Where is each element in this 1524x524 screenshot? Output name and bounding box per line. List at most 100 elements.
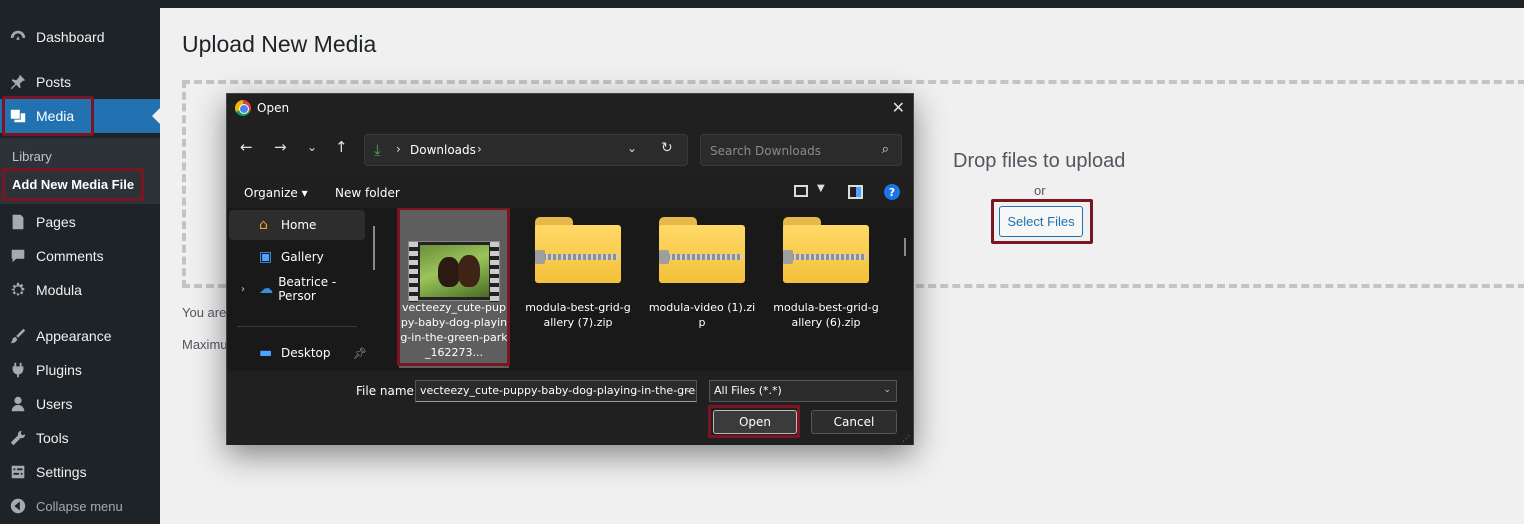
zip-folder-icon xyxy=(659,217,745,283)
select-files-highlight-box xyxy=(991,199,1093,244)
sidebar-item-label: Posts xyxy=(36,74,72,90)
sidebar-item-comments[interactable]: Comments xyxy=(0,239,160,273)
file-type-select[interactable]: All Files (*.*) ⌄ xyxy=(709,380,897,402)
organize-menu[interactable]: Organize ▾ xyxy=(244,186,308,200)
or-text: or xyxy=(1034,183,1046,198)
file-name-input[interactable]: vecteezy_cute-puppy-baby-dog-playing-in-… xyxy=(415,380,697,402)
file-name-label: modula-best-grid-gallery (6).zip xyxy=(773,301,879,329)
drop-files-text: Drop files to upload xyxy=(953,150,1126,172)
gallery-icon: ▣ xyxy=(259,249,273,265)
chevron-down-icon[interactable]: ⌄ xyxy=(684,385,692,395)
sidebar-item-tools[interactable]: Tools xyxy=(0,421,160,455)
forward-arrow-icon[interactable]: → xyxy=(274,138,287,156)
nav-scrollbar[interactable] xyxy=(373,226,375,270)
new-folder-button[interactable]: New folder xyxy=(335,186,400,200)
upload-info-text: You are xyxy=(182,305,227,320)
expand-chevron-icon[interactable]: › xyxy=(241,284,245,295)
search-input[interactable]: Search Downloads ⌕ xyxy=(700,134,902,166)
resize-grip-icon[interactable]: ⋰ xyxy=(902,434,910,443)
admin-top-bar xyxy=(0,0,1524,8)
sidebar-item-label: Collapse menu xyxy=(36,498,123,514)
user-icon xyxy=(0,395,36,413)
file-name-label: modula-best-grid-gallery (7).zip xyxy=(525,301,631,329)
file-list: vecteezy_cute-puppy-baby-dog-playing-in-… xyxy=(384,208,913,371)
page-icon xyxy=(0,213,36,231)
file-list-scrollbar[interactable] xyxy=(904,238,906,256)
nav-item-onedrive[interactable]: › ☁ Beatrice - Persor xyxy=(229,274,365,304)
search-icon: ⌕ xyxy=(881,142,889,157)
wrench-icon xyxy=(0,429,36,447)
refresh-icon[interactable]: ↻ xyxy=(661,140,673,156)
nav-item-gallery[interactable]: ▣ Gallery xyxy=(229,242,365,272)
breadcrumb-separator: › xyxy=(396,142,401,156)
chrome-logo-icon xyxy=(235,100,251,116)
add-new-highlight-box xyxy=(2,168,144,201)
sidebar-item-label: Plugins xyxy=(36,362,82,378)
active-indicator xyxy=(152,108,160,124)
sidebar-item-label: Comments xyxy=(36,248,104,264)
download-icon: ⤓ xyxy=(374,141,381,159)
recent-locations-chevron-icon[interactable]: ⌄ xyxy=(307,140,317,154)
back-arrow-icon[interactable]: ← xyxy=(240,138,253,156)
sidebar-item-label: Dashboard xyxy=(36,29,105,45)
sidebar-item-posts[interactable]: Posts xyxy=(0,65,160,99)
paintbrush-icon xyxy=(0,327,36,345)
collapse-arrow-icon xyxy=(0,497,36,515)
cancel-button[interactable]: Cancel xyxy=(811,410,897,434)
view-mode-icon[interactable] xyxy=(794,185,808,197)
address-bar[interactable]: ⤓ › Downloads › ⌄ ↻ xyxy=(364,134,688,166)
plug-icon xyxy=(0,361,36,379)
sidebar-item-label: Appearance xyxy=(36,328,112,344)
admin-sidebar: Dashboard Posts Media Library Add New Me… xyxy=(0,0,160,524)
file-item-zip[interactable]: modula-best-grid-gallery (7).zip xyxy=(523,208,633,368)
nav-item-desktop[interactable]: ▬ Desktop 📌︎ xyxy=(229,338,367,368)
nav-item-label: Beatrice - Persor xyxy=(278,275,337,303)
file-item-zip[interactable]: modula-video (1).zip xyxy=(647,208,757,368)
sidebar-item-modula[interactable]: Modula xyxy=(0,273,160,307)
file-name-value: vecteezy_cute-puppy-baby-dog-playing-in-… xyxy=(420,384,696,397)
nav-item-label: Home xyxy=(281,218,317,232)
dialog-title: Open xyxy=(257,101,290,115)
breadcrumb-downloads[interactable]: Downloads xyxy=(410,143,476,157)
nav-item-home[interactable]: ⌂ Home xyxy=(229,210,365,240)
file-name-label: modula-video (1).zip xyxy=(648,301,756,329)
close-icon[interactable]: ✕ xyxy=(892,98,905,117)
video-highlight-box xyxy=(397,208,510,366)
navigation-pane: ⌂ Home ▣ Gallery › ☁ Beatrice - Persor ▬… xyxy=(227,208,384,371)
help-icon[interactable]: ? xyxy=(884,184,900,200)
sidebar-item-label: Modula xyxy=(36,282,82,298)
collapse-menu-button[interactable]: Collapse menu xyxy=(0,489,160,523)
nav-item-label: Gallery xyxy=(281,250,324,264)
file-name-field-label: File name: xyxy=(356,384,418,398)
sidebar-item-dashboard[interactable]: Dashboard xyxy=(0,20,160,54)
sidebar-item-appearance[interactable]: Appearance xyxy=(0,319,160,353)
sidebar-item-label: Tools xyxy=(36,430,69,446)
open-file-dialog: Open ✕ ← → ⌄ ↑ ⤓ › Downloads › ⌄ ↻ Searc… xyxy=(226,93,914,445)
sidebar-item-label: Users xyxy=(36,396,73,412)
cloud-icon: ☁ xyxy=(259,281,273,297)
zip-folder-icon xyxy=(535,217,621,283)
preview-pane-icon[interactable] xyxy=(848,185,863,199)
dialog-footer: File name: vecteezy_cute-puppy-baby-dog-… xyxy=(227,371,913,445)
comment-icon xyxy=(0,247,36,265)
nav-divider xyxy=(237,326,357,327)
sidebar-item-pages[interactable]: Pages xyxy=(0,205,160,239)
dashboard-icon xyxy=(0,28,36,46)
pin-icon: 📌︎ xyxy=(353,346,367,360)
chevron-down-icon[interactable]: ⌄ xyxy=(627,141,637,155)
sidebar-item-settings[interactable]: Settings xyxy=(0,455,160,489)
sidebar-item-plugins[interactable]: Plugins xyxy=(0,353,160,387)
chevron-down-icon: ⌄ xyxy=(883,385,891,395)
up-arrow-icon[interactable]: ↑ xyxy=(335,138,348,156)
file-type-value: All Files (*.*) xyxy=(714,384,782,397)
zip-folder-icon xyxy=(783,217,869,283)
dialog-command-bar: Organize ▾ New folder ▼ ? xyxy=(227,178,913,208)
home-icon: ⌂ xyxy=(259,217,268,233)
organize-label: Organize xyxy=(244,186,298,200)
view-options-chevron-icon[interactable]: ▼ xyxy=(817,183,825,194)
file-item-zip[interactable]: modula-best-grid-gallery (6).zip xyxy=(771,208,881,368)
submenu-library[interactable]: Library xyxy=(12,149,52,164)
sidebar-item-users[interactable]: Users xyxy=(0,387,160,421)
sidebar-item-label: Settings xyxy=(36,464,87,480)
breadcrumb-separator: › xyxy=(477,142,482,156)
